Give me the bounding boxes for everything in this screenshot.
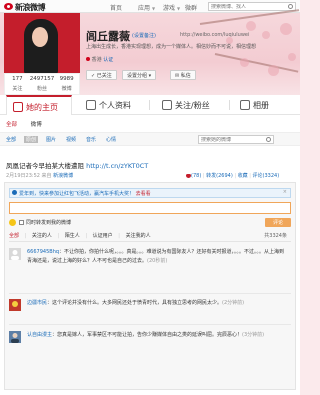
nav-groups[interactable]: 微群 bbox=[185, 3, 197, 12]
promo-notice: 爱年到，快来参加让红包飞活动，赢汽车手机大奖！ 去看看 × bbox=[9, 188, 291, 198]
chevron-down-icon: ▼ bbox=[176, 6, 181, 11]
profile-tabs: 她的主页 个人资料 关注/粉丝 相册 bbox=[0, 95, 300, 115]
profile-url[interactable]: http://weibo.com/luqiuluwei bbox=[180, 32, 249, 38]
filter-original[interactable]: 原创 bbox=[24, 136, 39, 143]
stat-following[interactable]: 177 关注 bbox=[5, 74, 30, 94]
global-search[interactable] bbox=[208, 2, 296, 11]
set-remark-link[interactable]: (设置备注) bbox=[132, 32, 156, 39]
post-link[interactable]: http://t.cn/zYKT0CT bbox=[86, 162, 148, 170]
ctab-followers[interactable]: 关注我的人 bbox=[126, 233, 151, 239]
tab-profile[interactable]: 个人资料 bbox=[86, 95, 131, 115]
comment-input[interactable] bbox=[9, 202, 291, 214]
feed-subtabs: 全部 微博 bbox=[6, 120, 54, 128]
feed-search[interactable] bbox=[198, 135, 274, 144]
subtab-weibo[interactable]: 微博 bbox=[31, 122, 42, 128]
filter-mood[interactable]: 心情 bbox=[106, 136, 116, 143]
subtab-all[interactable]: 全部 bbox=[6, 122, 17, 128]
repost-checkbox[interactable] bbox=[19, 220, 24, 225]
stat-followers[interactable]: 2497157 粉丝 bbox=[30, 74, 55, 94]
comment-user[interactable]: 认自由漫主 bbox=[27, 332, 52, 338]
notice-link[interactable]: 去看看 bbox=[136, 191, 151, 197]
global-search-input[interactable] bbox=[209, 3, 285, 11]
follow-icon bbox=[162, 100, 172, 110]
filter-images[interactable]: 图片 bbox=[46, 136, 56, 143]
profile-icon bbox=[86, 100, 96, 110]
ctab-verified[interactable]: 认证用户 bbox=[93, 233, 113, 239]
avatar-face bbox=[32, 27, 48, 47]
nav-apps[interactable]: 应用 ▼ bbox=[138, 3, 155, 12]
profile-bio: 上海出生成长，香港实现理想，成为一个媒体人。相信妙而不可说，相信理想 bbox=[86, 44, 257, 50]
envelope-icon: ✉ bbox=[175, 73, 180, 79]
verified-badge[interactable]: 认证 bbox=[103, 57, 113, 63]
comment-filter-tabs: 全部 | 关注的人 | 陌生人 | 认证用户 | 关注我的人 共3324条 bbox=[9, 232, 291, 242]
comment-item: 边疆市民：这个评论并没有什么。大多网民还处于愤青时代，具有独立思考的网民太少。(… bbox=[9, 299, 291, 325]
avatar[interactable] bbox=[4, 13, 80, 73]
top-nav: 新浪微博 首页 应用 ▼ 游戏 ▼ 微群 bbox=[0, 0, 300, 13]
user-avatar-icon[interactable] bbox=[9, 299, 21, 311]
post-time[interactable]: 2月19日23:52 bbox=[6, 173, 40, 179]
filter-video[interactable]: 视频 bbox=[66, 136, 76, 143]
tab-album[interactable]: 相册 bbox=[240, 95, 269, 115]
search-icon[interactable] bbox=[288, 4, 293, 9]
home-icon bbox=[13, 102, 23, 112]
filter-all[interactable]: 全部 bbox=[6, 136, 16, 143]
comment-total: 共3324条 bbox=[264, 233, 287, 239]
comment-item: 认自由漫主：您真是嫁人，军事禁区不可能让拍，告你少赚媒体自由之类的延误叫屈。完辰… bbox=[9, 331, 291, 359]
comment-body: 6667945Bhq：不让你拍，你拍什么呢，。。。真是。。。难道说为有国际友人？… bbox=[27, 249, 285, 264]
like-count[interactable]: (78) bbox=[191, 173, 201, 179]
feed-search-input[interactable] bbox=[199, 136, 263, 144]
weibo-logo[interactable]: 新浪微博 bbox=[15, 2, 46, 13]
set-group-button[interactable]: 设置分组 ▾ bbox=[122, 70, 157, 80]
user-avatar-icon[interactable] bbox=[9, 331, 21, 343]
search-icon[interactable] bbox=[266, 137, 271, 142]
comment-body: 认自由漫主：您真是嫁人，军事禁区不可能让拍，告你少赚媒体自由之类的延误叫屈。完辰… bbox=[27, 332, 265, 338]
favorite-link[interactable]: 收藏 bbox=[238, 173, 248, 179]
comment-submit-button[interactable]: 评论 bbox=[265, 218, 291, 227]
repost-link[interactable]: 转发(2694) bbox=[206, 173, 233, 179]
post-meta: 2月19日23:52 来自 新浪微博 bbox=[6, 173, 74, 179]
profile-stats: 177 关注 2497157 粉丝 9989 微博 bbox=[4, 73, 80, 95]
ctab-all[interactable]: 全部 bbox=[9, 233, 19, 239]
tab-home[interactable]: 她的主页 bbox=[6, 95, 72, 115]
filter-music[interactable]: 音乐 bbox=[86, 136, 96, 143]
comment-link[interactable]: 评论(3324) bbox=[253, 173, 280, 179]
comment-time: (3分钟前) bbox=[242, 332, 265, 338]
tab-follow[interactable]: 关注/粉丝 bbox=[162, 95, 210, 115]
close-icon[interactable]: × bbox=[283, 189, 287, 195]
profile-name: 闾丘露薇 bbox=[86, 30, 130, 43]
feed-filters: 全部 原创 图片 视频 音乐 心情 bbox=[0, 132, 300, 146]
chevron-down-icon: ▼ bbox=[151, 6, 156, 11]
info-icon bbox=[12, 190, 17, 195]
profile-card: 177 关注 2497157 粉丝 9989 微博 闾丘露薇 (设置备注) ht… bbox=[4, 13, 296, 95]
ctab-following[interactable]: 关注的人 bbox=[32, 233, 52, 239]
feed-panel: 全部 微博 全部 原创 图片 视频 音乐 心情 凤凰记者今早拍某大楼遭阻 htt… bbox=[0, 115, 300, 395]
message-button[interactable]: ✉ 私信 bbox=[170, 70, 196, 80]
comment-user[interactable]: 边疆市民 bbox=[27, 300, 47, 306]
profile-location: 香港 认证 bbox=[86, 56, 113, 63]
emoji-icon[interactable] bbox=[9, 219, 16, 226]
chevron-down-icon: ▾ bbox=[148, 73, 152, 79]
comment-time: (2分钟前) bbox=[222, 300, 245, 306]
comment-user[interactable]: 6667945Bhq bbox=[27, 249, 59, 255]
tab-divider bbox=[229, 100, 230, 110]
followed-button[interactable]: ✓ 已关注 bbox=[86, 70, 117, 80]
comment-tools: 同时转发到我的微博 评论 bbox=[9, 218, 291, 228]
nav-home[interactable]: 首页 bbox=[110, 3, 122, 12]
repost-checkbox-label[interactable]: 同时转发到我的微博 bbox=[26, 219, 71, 226]
album-icon bbox=[240, 100, 250, 110]
weibo-eye-icon[interactable] bbox=[4, 3, 13, 10]
ctab-strangers[interactable]: 陌生人 bbox=[65, 233, 80, 239]
tab-divider bbox=[149, 100, 150, 110]
comment-panel: 爱年到，快来参加让红包飞活动，赢汽车手机大奖！ 去看看 × 同时转发到我的微博 … bbox=[4, 182, 296, 390]
post-actions: (78) | 转发(2694) | 收藏 | 评论(3324) bbox=[186, 172, 279, 179]
nav-games[interactable]: 游戏 ▼ bbox=[163, 3, 180, 12]
post-source[interactable]: 新浪微博 bbox=[53, 173, 73, 179]
comment-body: 边疆市民：这个评论并没有什么。大多网民还处于愤青时代，具有独立思考的网民太少。(… bbox=[27, 300, 245, 306]
location-pin-icon bbox=[86, 57, 90, 61]
comment-item: 6667945Bhq：不让你拍，你拍什么呢，。。。真是。。。难道说为有国际友人？… bbox=[9, 248, 291, 294]
user-avatar-icon[interactable] bbox=[9, 248, 21, 260]
comment-time: (20秒前) bbox=[147, 258, 168, 264]
weibo-post-text: 凤凰记者今早拍某大楼遭阻 http://t.cn/zYKT0CT bbox=[6, 162, 149, 170]
stat-posts[interactable]: 9989 微博 bbox=[54, 74, 79, 94]
